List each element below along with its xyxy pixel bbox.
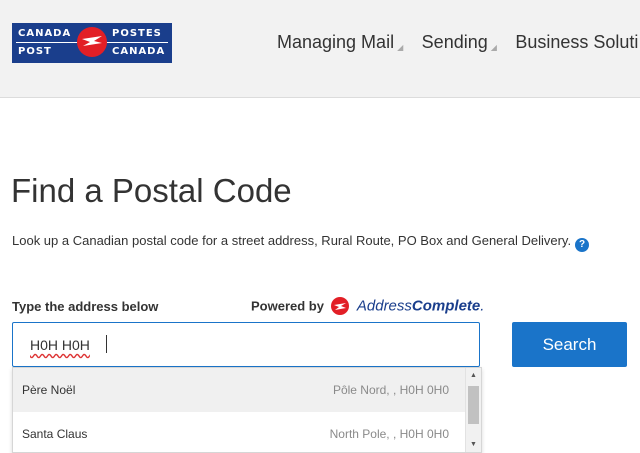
nav-item-label: Sending — [421, 32, 488, 52]
nav-item-label: Business Soluti — [515, 32, 639, 52]
logo-text-canada-2: CANADA — [112, 46, 166, 57]
suggestion-name: Père Noël — [22, 383, 76, 397]
address-complete-logo-icon — [331, 297, 350, 315]
address-input-value: H0H H0H — [30, 337, 90, 353]
address-search-input[interactable]: H0H H0H — [12, 322, 480, 367]
search-button[interactable]: Search — [512, 322, 627, 367]
suggestion-address: Pôle Nord, , H0H 0H0 — [332, 383, 449, 397]
help-icon[interactable]: ? — [575, 238, 590, 252]
address-suggestions-dropdown: Père Noël Pôle Nord, , H0H 0H0 Santa Cla… — [12, 367, 482, 453]
nav-item-sending[interactable]: Sending ◢ — [422, 32, 497, 53]
provider-name-part1: Address — [356, 297, 412, 315]
provider-name-part2: Complete — [411, 297, 481, 315]
suggestion-item[interactable]: Santa Claus North Pole, , H0H 0H0 — [13, 412, 466, 452]
nav-corner-triangle-icon: ◢ — [397, 43, 404, 52]
dropdown-scrollbar[interactable]: ▲ ▼ — [465, 368, 481, 452]
site-header: CANADA POSTES POST CANADA Managing Mail ◢… — [0, 0, 640, 98]
scroll-down-arrow-icon[interactable]: ▼ — [470, 441, 477, 448]
main-nav: Managing Mail ◢ Sending ◢ Business Soluti — [277, 32, 640, 53]
suggestion-address: North Pole, , H0H 0H0 — [329, 427, 449, 441]
scroll-up-arrow-icon[interactable]: ▲ — [470, 372, 477, 379]
logo-emblem-icon — [77, 27, 107, 57]
scrollbar-thumb[interactable] — [468, 386, 479, 424]
logo-text-post: POST — [18, 46, 52, 57]
nav-item-managing-mail[interactable]: Managing Mail ◢ — [277, 32, 403, 53]
powered-by: Powered by AddressComplete. — [251, 297, 484, 315]
nav-corner-triangle-icon: ◢ — [490, 43, 497, 52]
nav-item-label: Managing Mail — [277, 32, 395, 52]
logo-text-canada: CANADA — [18, 28, 72, 39]
provider-suffix: . — [480, 297, 485, 315]
powered-by-text: Powered by — [251, 298, 324, 314]
suggestion-item[interactable]: Père Noël Pôle Nord, , H0H 0H0 — [13, 368, 466, 412]
address-complete-name: AddressComplete. — [357, 298, 485, 315]
canada-post-logo[interactable]: CANADA POSTES POST CANADA — [12, 23, 172, 63]
page-description: Look up a Canadian postal code for a str… — [12, 233, 590, 252]
suggestion-name: Santa Claus — [22, 427, 88, 441]
nav-item-business-solutions[interactable]: Business Soluti — [515, 32, 638, 53]
logo-text-postes: POSTES — [112, 28, 162, 39]
page-title: Find a Postal Code — [11, 172, 292, 209]
address-label: Type the address below — [12, 299, 159, 314]
text-caret — [106, 335, 107, 353]
description-text: Look up a Canadian postal code for a str… — [12, 233, 572, 248]
